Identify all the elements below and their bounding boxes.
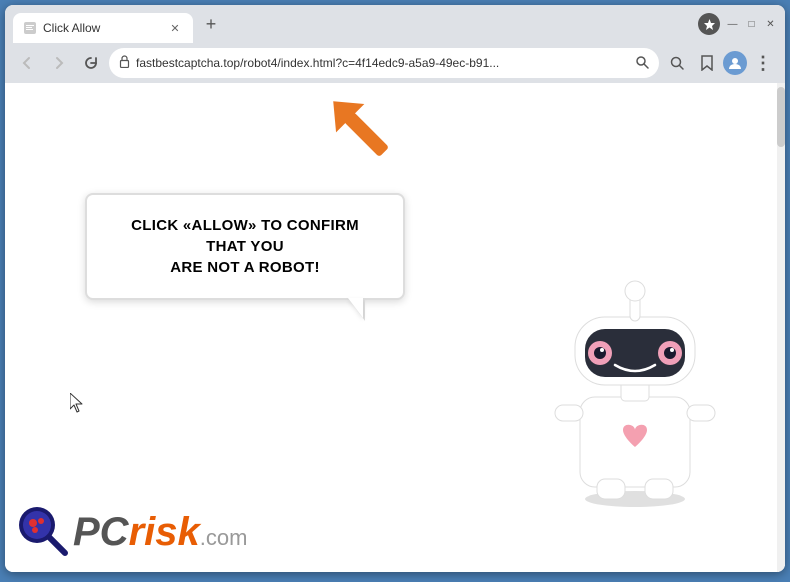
search-address-icon[interactable] [635, 55, 649, 72]
scrollbar-thumb[interactable] [777, 87, 785, 147]
tab-title: Click Allow [43, 21, 161, 35]
minimize-button[interactable]: — [726, 18, 739, 31]
risk-text: risk [129, 510, 200, 555]
pcrisk-text-group: PC risk .com [73, 510, 247, 555]
page-content: CLICK «ALLOW» TO CONFIRM THAT YOU ARE NO… [5, 83, 785, 572]
pcrisk-icon [15, 503, 69, 562]
window-controls: — □ ✕ [698, 13, 777, 35]
url-text: fastbestcaptcha.top/robot4/index.html?c=… [136, 56, 629, 70]
tab-area: Click Allow ✕ + [13, 5, 694, 43]
orange-arrow [325, 93, 405, 173]
bookmark-icon-button[interactable] [693, 49, 721, 77]
dotcom-text: .com [200, 525, 248, 551]
tab-close-button[interactable]: ✕ [167, 20, 183, 36]
bubble-text: CLICK «ALLOW» TO CONFIRM THAT YOU ARE NO… [117, 215, 373, 278]
extension-icon[interactable] [698, 13, 720, 35]
toolbar-icons: ⋮ [663, 49, 777, 77]
forward-button[interactable] [45, 49, 73, 77]
lock-icon [119, 55, 130, 71]
new-tab-button[interactable]: + [197, 10, 225, 38]
reload-button[interactable] [77, 49, 105, 77]
pcrisk-logo: PC risk .com [15, 503, 247, 562]
close-button[interactable]: ✕ [764, 18, 777, 31]
address-bar[interactable]: fastbestcaptcha.top/robot4/index.html?c=… [109, 48, 659, 78]
maximize-button[interactable]: □ [745, 18, 758, 31]
toolbar: fastbestcaptcha.top/robot4/index.html?c=… [5, 43, 785, 83]
scrollbar[interactable] [777, 83, 785, 572]
title-bar: Click Allow ✕ + — □ ✕ [5, 5, 785, 43]
browser-window: Click Allow ✕ + — □ ✕ [5, 5, 785, 572]
back-button[interactable] [13, 49, 41, 77]
active-tab[interactable]: Click Allow ✕ [13, 13, 193, 43]
tab-favicon [23, 21, 37, 35]
profile-button[interactable] [723, 51, 747, 75]
menu-button[interactable]: ⋮ [749, 49, 777, 77]
pc-text: PC [73, 510, 129, 555]
speech-bubble: CLICK «ALLOW» TO CONFIRM THAT YOU ARE NO… [85, 193, 405, 300]
mouse-cursor [70, 393, 84, 413]
robot-illustration [545, 247, 725, 512]
search-icon-button[interactable] [663, 49, 691, 77]
